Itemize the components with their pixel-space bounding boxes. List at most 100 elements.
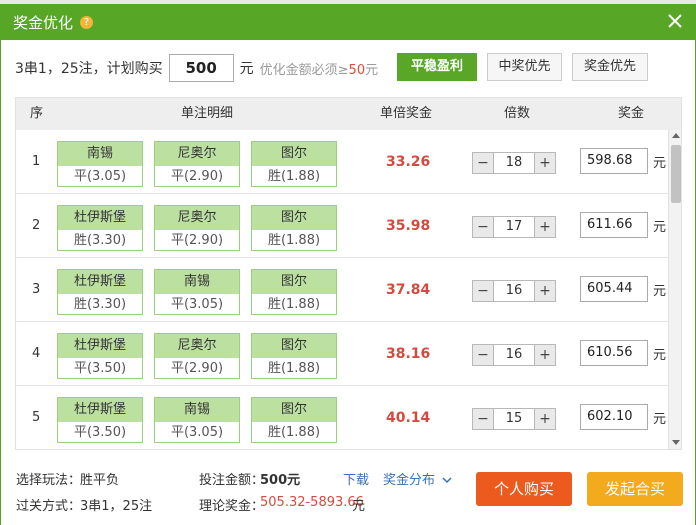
multiple-stepper: − 17 + [472, 216, 556, 238]
download-link[interactable]: 下载 [343, 469, 369, 488]
column-header-multiple: 倍数 [504, 106, 531, 121]
table-header: 序 单注明细 单倍奖金 倍数 奖金 [16, 98, 681, 130]
team-odds: 平(3.50) [73, 425, 127, 440]
prize-amount-input[interactable]: 610.56 [580, 340, 648, 366]
multiple-input[interactable]: 16 [493, 345, 535, 365]
team-name: 尼奥尔 [155, 142, 239, 166]
prize-amount-input[interactable]: 611.66 [580, 212, 648, 238]
minus-button[interactable]: − [473, 409, 493, 429]
unit-prize: 40.14 [386, 410, 431, 426]
dialog-header: 奖金优化 ? [0, 4, 696, 40]
multiple-stepper: − 15 + [472, 408, 556, 430]
plus-button[interactable]: + [535, 409, 555, 429]
multiple-input[interactable]: 15 [493, 409, 535, 429]
team-name: 杜伊斯堡 [58, 334, 142, 358]
team-name: 图尔 [252, 270, 336, 294]
min-amount-note: 优化金额必须≥50元 [259, 62, 379, 78]
scroll-thumb[interactable] [671, 145, 681, 203]
minus-button[interactable]: − [473, 217, 493, 237]
multiple-input[interactable]: 18 [493, 153, 535, 173]
team-name: 南锡 [155, 398, 239, 422]
bet-detail-table: 序 单注明细 单倍奖金 倍数 奖金 1 南锡 平(3.05) 尼奥尔 平(2.9… [15, 97, 682, 450]
table-body: 1 南锡 平(3.05) 尼奥尔 平(2.90) 图尔 胜(1.88) 33.2… [16, 130, 668, 449]
table-scrollbar[interactable] [668, 130, 681, 449]
team-cell: 图尔 胜(1.88) [251, 205, 337, 251]
team-odds: 平(3.05) [73, 169, 127, 184]
team-name: 尼奥尔 [155, 206, 239, 230]
team-odds: 平(2.90) [170, 361, 224, 376]
table-row: 4 杜伊斯堡 平(3.50) 尼奥尔 平(2.90) 图尔 胜(1.88) 38… [16, 322, 668, 386]
play-type-value: 胜平负 [80, 473, 120, 488]
theory-prize-value: 505.32-5893.66 [260, 495, 364, 510]
team-name: 图尔 [252, 398, 336, 422]
team-cell: 南锡 平(3.05) [154, 269, 240, 315]
bet-amount-label: 投注金额： [199, 473, 265, 488]
multiple-input[interactable]: 16 [493, 281, 535, 301]
team-odds: 胜(1.88) [267, 425, 321, 440]
scroll-up-arrow-icon[interactable] [672, 133, 680, 138]
group-buy-button[interactable]: 发起合买 [587, 472, 683, 506]
plus-button[interactable]: + [535, 153, 555, 173]
team-cell: 图尔 胜(1.88) [251, 397, 337, 443]
team-odds: 平(3.05) [170, 425, 224, 440]
plan-prefix: 3串1，25注，计划购买 [15, 61, 163, 77]
theory-prize-unit: 元 [352, 499, 366, 514]
help-icon[interactable]: ? [80, 15, 94, 29]
team-cell: 南锡 平(3.05) [57, 141, 143, 187]
table-row: 3 杜伊斯堡 胜(3.30) 南锡 平(3.05) 图尔 胜(1.88) 37.… [16, 258, 668, 322]
pass-method-label: 过关方式： [16, 499, 82, 514]
minus-button[interactable]: − [473, 153, 493, 173]
amount-unit: 元 [653, 220, 667, 235]
row-index: 1 [32, 154, 41, 169]
team-cell: 图尔 胜(1.88) [251, 269, 337, 315]
dialog-title: 奖金优化 [13, 13, 74, 32]
plus-button[interactable]: + [535, 217, 555, 237]
team-cell: 图尔 胜(1.88) [251, 333, 337, 379]
pass-method-value: 3串1，25注 [80, 499, 153, 514]
amount-unit: 元 [653, 412, 667, 427]
team-cell: 杜伊斯堡 胜(3.30) [57, 269, 143, 315]
team-name: 图尔 [252, 142, 336, 166]
amount-unit: 元 [653, 284, 667, 299]
team-name: 杜伊斯堡 [58, 270, 142, 294]
mode-stable-profit-button[interactable]: 平稳盈利 [397, 53, 477, 81]
team-name: 南锡 [155, 270, 239, 294]
prize-distribution-link[interactable]: 奖金分布 [383, 469, 452, 488]
min-amount-value: 50 [348, 62, 366, 78]
team-odds: 平(3.05) [170, 297, 224, 312]
play-type-label: 选择玩法： [16, 473, 82, 488]
team-cell: 尼奥尔 平(2.90) [154, 141, 240, 187]
purchase-plan-row: 3串1，25注，计划购买 元 优化金额必须≥50元 [15, 54, 378, 82]
prize-amount-input[interactable]: 598.68 [580, 148, 648, 174]
plan-amount-input[interactable] [168, 54, 234, 82]
table-row: 2 杜伊斯堡 胜(3.30) 尼奥尔 平(2.90) 图尔 胜(1.88) 35… [16, 194, 668, 258]
prize-amount-input[interactable]: 602.10 [580, 404, 648, 430]
amount-unit: 元 [653, 156, 667, 171]
mode-prize-priority-button[interactable]: 奖金优先 [572, 53, 648, 81]
team-cell: 南锡 平(3.05) [154, 397, 240, 443]
team-odds: 平(3.50) [73, 361, 127, 376]
minus-button[interactable]: − [473, 345, 493, 365]
team-odds: 胜(3.30) [73, 297, 127, 312]
mode-win-priority-button[interactable]: 中奖优先 [487, 53, 562, 81]
multiple-input[interactable]: 17 [493, 217, 535, 237]
row-index: 4 [32, 346, 41, 361]
team-cell: 杜伊斯堡 胜(3.30) [57, 205, 143, 251]
multiple-stepper: − 16 + [472, 344, 556, 366]
plus-button[interactable]: + [535, 281, 555, 301]
close-icon[interactable] [666, 12, 684, 30]
unit-prize: 37.84 [386, 282, 431, 298]
plus-button[interactable]: + [535, 345, 555, 365]
scroll-down-arrow-icon[interactable] [672, 440, 680, 445]
team-odds: 胜(1.88) [267, 233, 321, 248]
team-name: 图尔 [252, 206, 336, 230]
team-name: 杜伊斯堡 [58, 398, 142, 422]
minus-button[interactable]: − [473, 281, 493, 301]
chevron-down-icon [442, 477, 452, 484]
personal-buy-button[interactable]: 个人购买 [476, 472, 572, 506]
theory-prize-label: 理论奖金： [199, 499, 265, 514]
prize-amount-input[interactable]: 605.44 [580, 276, 648, 302]
team-odds: 平(2.90) [170, 233, 224, 248]
unit-prize: 33.26 [386, 154, 431, 170]
row-index: 3 [32, 282, 41, 297]
